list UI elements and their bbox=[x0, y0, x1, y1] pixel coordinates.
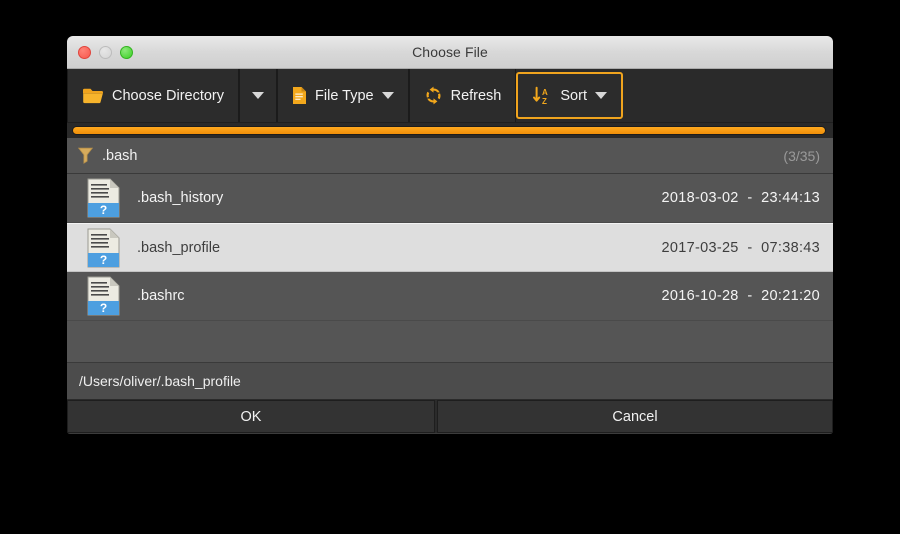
binary-file-icon: ? bbox=[87, 228, 121, 268]
selected-path-value: /Users/oliver/.bash_profile bbox=[79, 373, 241, 389]
funnel-icon bbox=[77, 147, 94, 164]
accent-bar bbox=[72, 126, 826, 135]
choose-directory-button[interactable]: Choose Directory bbox=[67, 69, 240, 122]
file-type-label: File Type bbox=[315, 87, 374, 104]
choose-directory-dropdown-button[interactable] bbox=[239, 69, 278, 122]
cancel-button[interactable]: Cancel bbox=[437, 400, 833, 433]
svg-text:?: ? bbox=[100, 301, 107, 315]
chevron-down-icon bbox=[381, 92, 394, 99]
chevron-down-icon bbox=[252, 92, 265, 99]
table-row[interactable]: ? .bash_history 2018-03-02 - 23:44:13 bbox=[67, 174, 833, 223]
refresh-icon bbox=[424, 86, 443, 105]
file-list: ? .bash_history 2018-03-02 - 23:44:13 ? … bbox=[67, 174, 833, 362]
refresh-button[interactable]: Refresh bbox=[408, 69, 517, 122]
file-name: .bash_profile bbox=[137, 239, 221, 256]
file-name: .bashrc bbox=[137, 288, 185, 304]
chevron-down-icon bbox=[594, 92, 607, 99]
refresh-label: Refresh bbox=[450, 87, 502, 104]
title-bar: Choose File bbox=[67, 36, 833, 69]
table-row[interactable]: ? .bash_profile 2017-03-25 - 07:38:43 bbox=[67, 223, 833, 272]
file-type-button[interactable]: File Type bbox=[277, 69, 409, 122]
svg-text:A: A bbox=[542, 88, 548, 97]
selected-path-bar: /Users/oliver/.bash_profile bbox=[67, 362, 833, 400]
sort-alpha-down-icon: A Z bbox=[532, 86, 552, 106]
file-list-empty-space bbox=[67, 321, 833, 362]
dialog-actions: OK Cancel bbox=[67, 400, 833, 433]
file-date: 2016-10-28 - 20:21:20 bbox=[661, 288, 820, 304]
svg-text:Z: Z bbox=[542, 97, 547, 106]
choose-directory-label: Choose Directory bbox=[112, 87, 225, 104]
choose-file-dialog: Choose File Choose Directory File Type R… bbox=[67, 36, 833, 434]
document-icon bbox=[292, 86, 307, 105]
sort-button[interactable]: A Z Sort bbox=[516, 72, 623, 119]
binary-file-icon: ? bbox=[87, 178, 121, 218]
table-row[interactable]: ? .bashrc 2016-10-28 - 20:21:20 bbox=[67, 272, 833, 321]
window-title: Choose File bbox=[412, 44, 488, 60]
file-name: .bash_history bbox=[137, 190, 224, 206]
accent-bar-container bbox=[67, 123, 833, 138]
sort-label: Sort bbox=[560, 87, 587, 104]
toolbar: Choose Directory File Type Refresh A Z S… bbox=[67, 69, 833, 123]
filter-bar[interactable]: .bash (3/35) bbox=[67, 138, 833, 174]
file-date: 2018-03-02 - 23:44:13 bbox=[661, 190, 820, 206]
svg-text:?: ? bbox=[100, 253, 107, 267]
ok-button[interactable]: OK bbox=[67, 400, 435, 433]
filter-text: .bash bbox=[102, 147, 138, 164]
binary-file-icon: ? bbox=[87, 276, 121, 316]
svg-text:?: ? bbox=[100, 203, 107, 217]
file-date: 2017-03-25 - 07:38:43 bbox=[661, 239, 820, 256]
filter-count: (3/35) bbox=[783, 147, 820, 164]
folder-icon bbox=[82, 87, 104, 105]
